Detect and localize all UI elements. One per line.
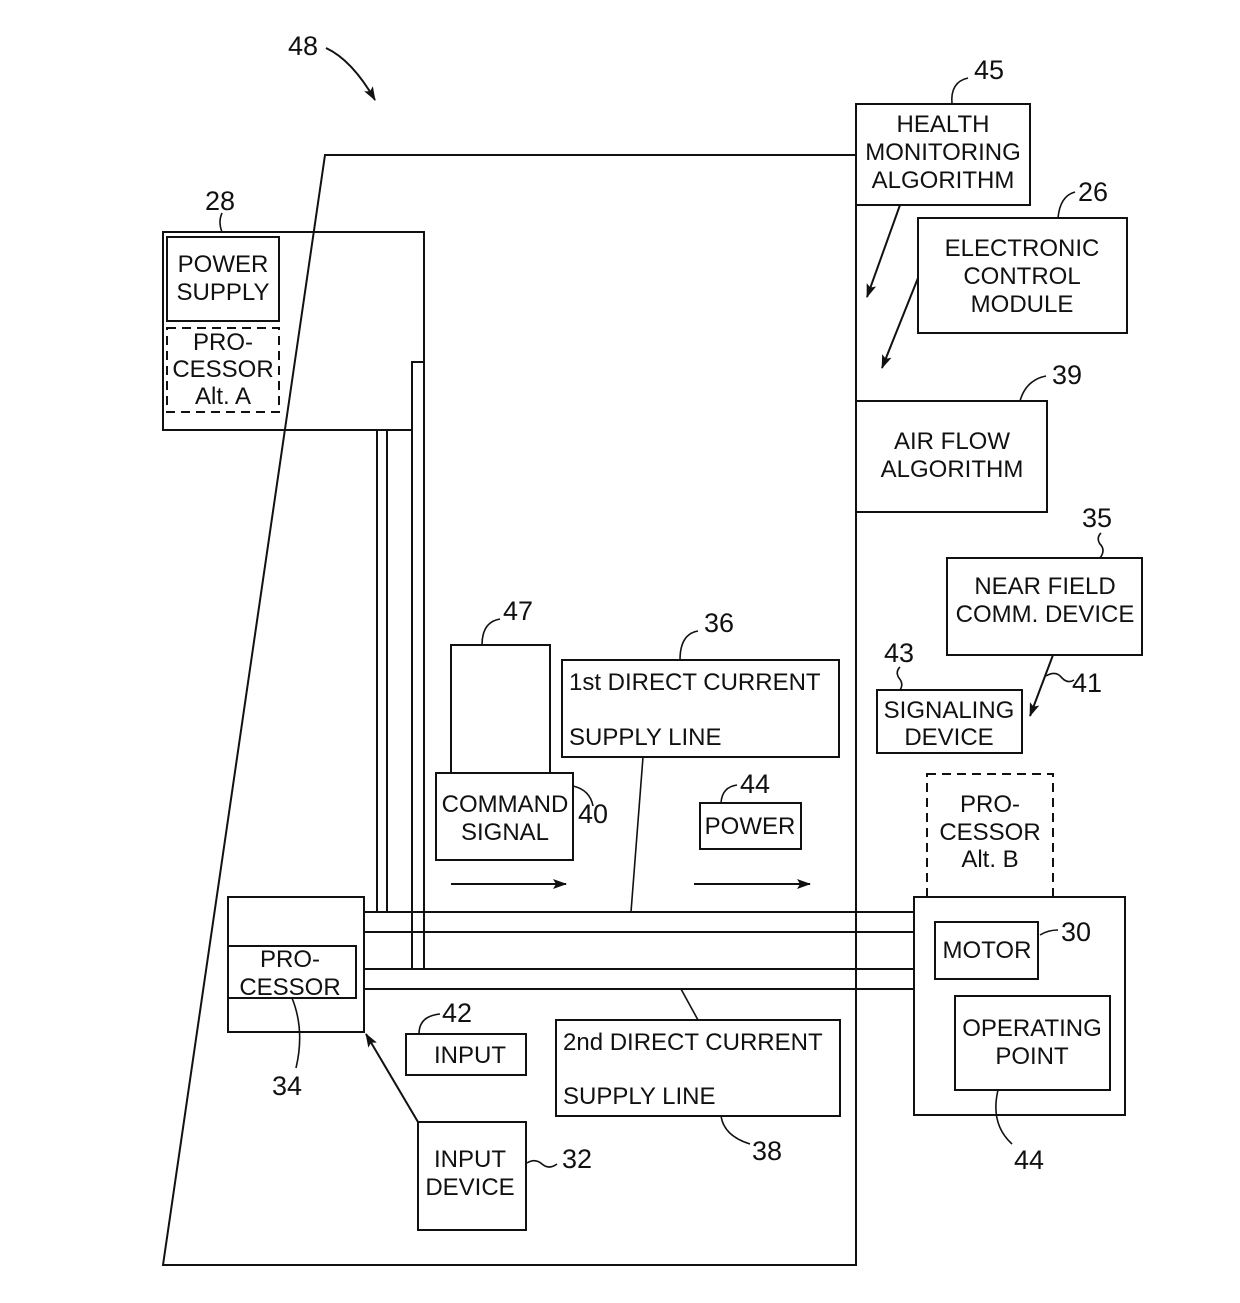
svg-text:INPUT: INPUT [434, 1146, 506, 1173]
assembly-ref-48: 48 [288, 31, 376, 101]
svg-text:CESSOR: CESSOR [239, 974, 340, 1001]
svg-text:41: 41 [1072, 668, 1102, 698]
svg-text:30: 30 [1061, 917, 1091, 947]
svg-text:40: 40 [578, 799, 608, 829]
health-monitoring-algorithm-block: HEALTH MONITORING ALGORITHM 45 [855, 55, 1031, 206]
svg-text:AIR FLOW: AIR FLOW [894, 428, 1010, 455]
svg-text:1st DIRECT CURRENT: 1st DIRECT CURRENT [569, 669, 821, 696]
svg-text:ALGORITHM: ALGORITHM [881, 456, 1024, 483]
svg-text:42: 42 [442, 998, 472, 1028]
input-device-block: INPUT DEVICE 32 [417, 1121, 592, 1231]
svg-text:COMMAND: COMMAND [442, 791, 569, 818]
ecm-arrow [881, 277, 919, 369]
svg-text:HEALTH: HEALTH [897, 111, 990, 138]
svg-text:POWER: POWER [705, 813, 796, 840]
power-supply-conductors [376, 430, 425, 969]
svg-text:36: 36 [704, 608, 734, 638]
svg-text:39: 39 [1052, 360, 1082, 390]
svg-text:CESSOR: CESSOR [939, 819, 1040, 846]
processor-alt-b-block: PRO- CESSOR Alt. B [926, 773, 1054, 898]
svg-text:COMM. DEVICE: COMM. DEVICE [956, 601, 1135, 628]
svg-text:44: 44 [740, 769, 770, 799]
svg-text:SUPPLY LINE: SUPPLY LINE [563, 1083, 716, 1110]
svg-text:34: 34 [272, 1071, 302, 1101]
svg-text:Alt. A: Alt. A [195, 383, 251, 410]
svg-text:SUPPLY: SUPPLY [177, 279, 270, 306]
operating-point-block: OPERATING POINT 44 [954, 995, 1111, 1175]
svg-text:PRO-: PRO- [260, 946, 320, 973]
svg-text:ELECTRONIC: ELECTRONIC [945, 235, 1100, 262]
dc-supply-bus [364, 911, 914, 990]
svg-text:SIGNAL: SIGNAL [461, 819, 549, 846]
svg-text:DEVICE: DEVICE [904, 724, 993, 751]
svg-text:CESSOR: CESSOR [172, 356, 273, 383]
svg-text:POINT: POINT [995, 1043, 1069, 1070]
command-signal-block: COMMAND SIGNAL 40 [435, 772, 608, 861]
svg-text:MONITORING: MONITORING [865, 139, 1021, 166]
input-block: INPUT 42 [405, 998, 527, 1076]
near-field-comm-device-block: NEAR FIELD COMM. DEVICE 35 [946, 503, 1143, 656]
svg-text:ALGORITHM: ALGORITHM [872, 167, 1015, 194]
svg-text:MOTOR: MOTOR [943, 937, 1032, 964]
air-flow-algorithm-block: AIR FLOW ALGORITHM 39 [855, 360, 1082, 513]
svg-text:47: 47 [503, 596, 533, 626]
svg-text:43: 43 [884, 638, 914, 668]
svg-text:CONTROL: CONTROL [963, 263, 1080, 290]
power-block: POWER 44 [699, 769, 802, 850]
svg-text:45: 45 [974, 55, 1004, 85]
svg-text:POWER: POWER [178, 251, 269, 278]
svg-text:PRO-: PRO- [960, 791, 1020, 818]
svg-text:28: 28 [205, 186, 235, 216]
svg-text:MODULE: MODULE [971, 291, 1074, 318]
svg-text:DEVICE: DEVICE [425, 1174, 514, 1201]
first-dc-supply-line-block: 1st DIRECT CURRENT SUPPLY LINE 36 [561, 608, 840, 913]
power-supply-block: POWER SUPPLY [166, 236, 280, 322]
nfc-link-arrow: 41 [1029, 654, 1102, 717]
svg-text:Alt. B: Alt. B [961, 846, 1018, 873]
svg-text:26: 26 [1078, 177, 1108, 207]
block-diagram: 48 28 POWER SUPPLY PRO- CESSOR Alt. A HE… [161, 31, 1143, 1266]
svg-text:OPERATING: OPERATING [962, 1015, 1102, 1042]
svg-text:PRO-: PRO- [193, 329, 253, 356]
svg-text:35: 35 [1082, 503, 1112, 533]
svg-text:INPUT: INPUT [434, 1042, 506, 1069]
svg-text:SIGNALING: SIGNALING [884, 697, 1015, 724]
svg-text:2nd DIRECT CURRENT: 2nd DIRECT CURRENT [563, 1029, 823, 1056]
health-monitoring-arrow [866, 204, 901, 298]
block-47: 47 [450, 596, 551, 774]
svg-text:SUPPLY LINE: SUPPLY LINE [569, 724, 722, 751]
second-dc-supply-line-block: 2nd DIRECT CURRENT SUPPLY LINE 38 [555, 988, 841, 1166]
svg-text:44: 44 [1014, 1145, 1044, 1175]
svg-text:48: 48 [288, 31, 318, 61]
svg-text:NEAR FIELD: NEAR FIELD [974, 573, 1115, 600]
svg-text:32: 32 [562, 1144, 592, 1174]
processor-alt-a-block: PRO- CESSOR Alt. A [166, 327, 280, 413]
svg-text:38: 38 [752, 1136, 782, 1166]
